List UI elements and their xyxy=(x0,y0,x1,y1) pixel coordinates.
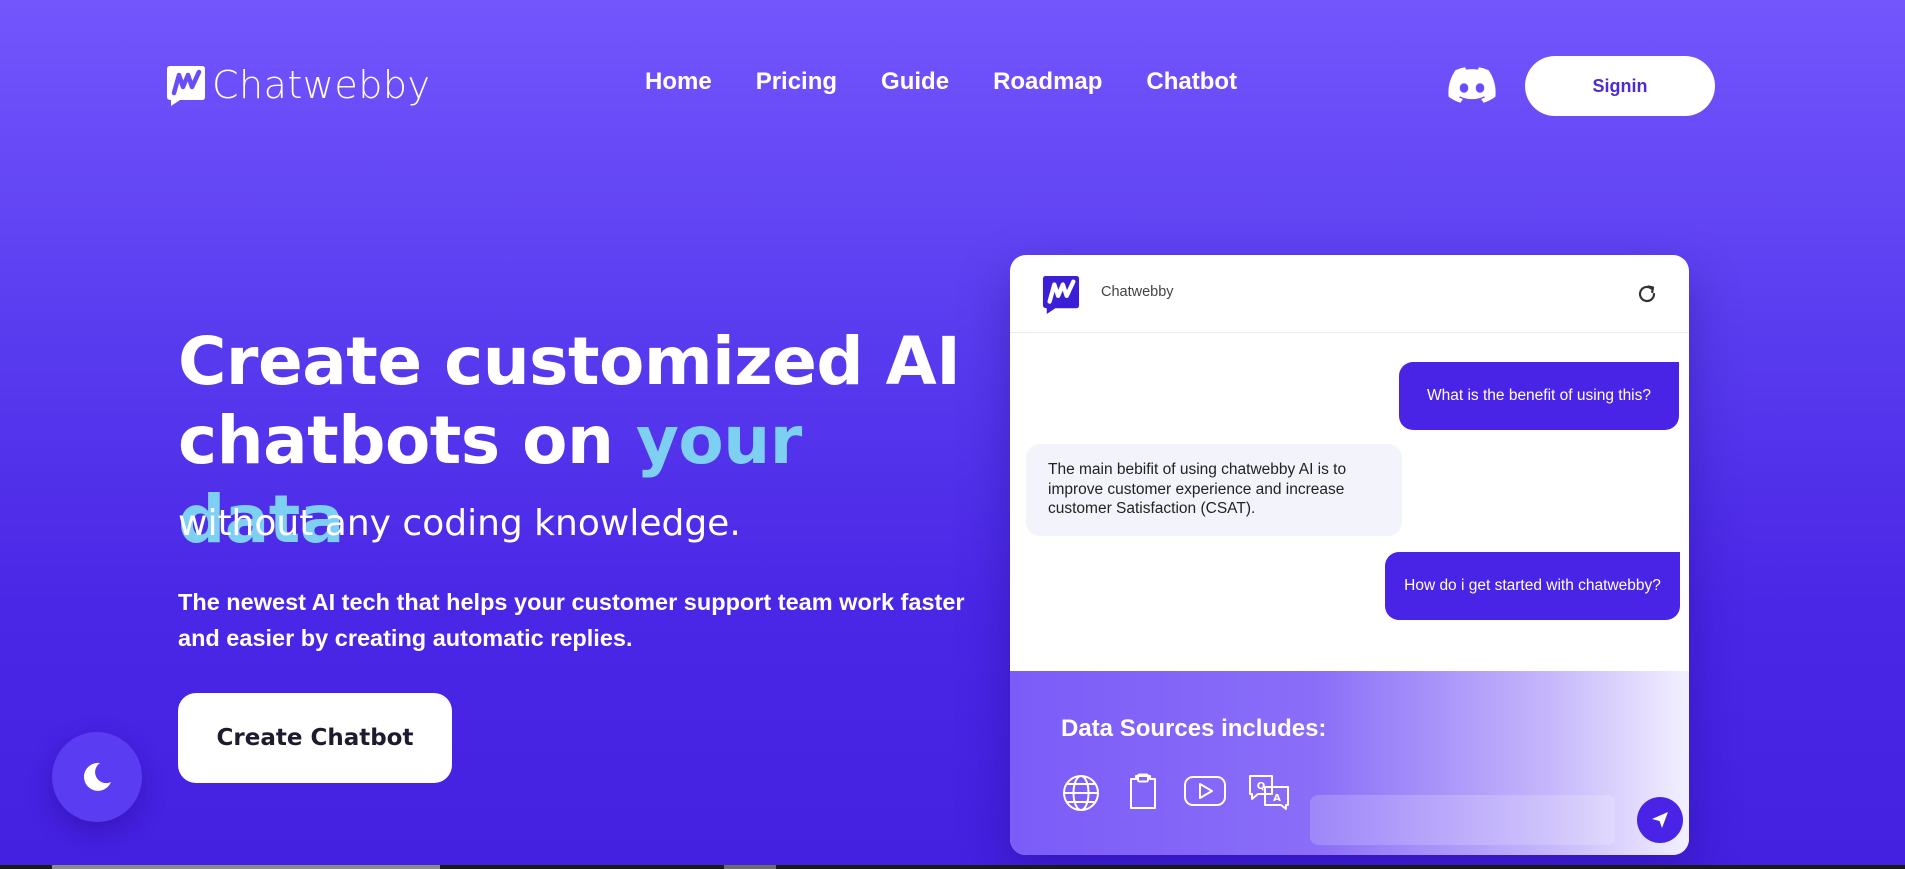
chatwebby-logo-icon xyxy=(167,66,205,106)
moon-icon xyxy=(83,762,111,791)
chat-message-input[interactable] xyxy=(1310,795,1615,845)
site-header: Chatwebby Home Pricing Guide Roadmap Cha… xyxy=(0,0,1905,170)
chatwebby-logo-icon xyxy=(1042,275,1080,314)
brand-name: Chatwebby xyxy=(212,63,431,107)
create-chatbot-button[interactable]: Create Chatbot xyxy=(178,693,452,783)
scrollbar-segment xyxy=(724,865,776,869)
discord-icon[interactable] xyxy=(1448,66,1496,106)
nav-chatbot[interactable]: Chatbot xyxy=(1146,68,1237,96)
nav-pricing[interactable]: Pricing xyxy=(756,68,837,96)
user-message: What is the benefit of using this? xyxy=(1399,362,1679,430)
main-nav: Home Pricing Guide Roadmap Chatbot xyxy=(645,68,1237,96)
svg-text:A: A xyxy=(1273,793,1281,804)
document-icon xyxy=(1130,773,1156,809)
bot-message: The main bebifit of using chatwebby AI i… xyxy=(1026,444,1402,536)
horizontal-scrollbar[interactable] xyxy=(0,865,1905,869)
hero-title-line1: Create customized AI xyxy=(178,323,961,400)
widget-title: Chatwebby xyxy=(1101,284,1174,300)
widget-header: Chatwebby xyxy=(1010,255,1689,333)
scrollbar-thumb[interactable] xyxy=(52,865,440,869)
globe-icon xyxy=(1063,775,1099,811)
svg-text:Q: Q xyxy=(1257,781,1266,792)
send-button[interactable] xyxy=(1637,797,1683,843)
qa-translate-icon: Q A xyxy=(1249,775,1289,810)
data-sources-panel: Data Sources includes: Q A xyxy=(1010,671,1689,855)
hero-subtitle: without any coding knowledge. xyxy=(178,503,741,544)
refresh-icon[interactable] xyxy=(1635,282,1659,306)
brand-logo[interactable]: Chatwebby xyxy=(166,62,431,108)
signin-button[interactable]: Signin xyxy=(1525,56,1715,116)
send-icon xyxy=(1652,812,1668,828)
hero-description: The newest AI tech that helps your custo… xyxy=(178,589,965,651)
video-play-icon xyxy=(1184,776,1226,806)
data-sources-title: Data Sources includes: xyxy=(1061,715,1327,742)
theme-toggle-button[interactable] xyxy=(52,732,142,822)
user-message: How do i get started with chatwebby? xyxy=(1385,552,1680,620)
nav-guide[interactable]: Guide xyxy=(881,68,949,96)
nav-home[interactable]: Home xyxy=(645,68,712,96)
nav-roadmap[interactable]: Roadmap xyxy=(993,68,1102,96)
chatbot-widget: Chatwebby What is the benefit of using t… xyxy=(1010,255,1689,855)
hero-title-line2: chatbots on xyxy=(178,402,636,479)
